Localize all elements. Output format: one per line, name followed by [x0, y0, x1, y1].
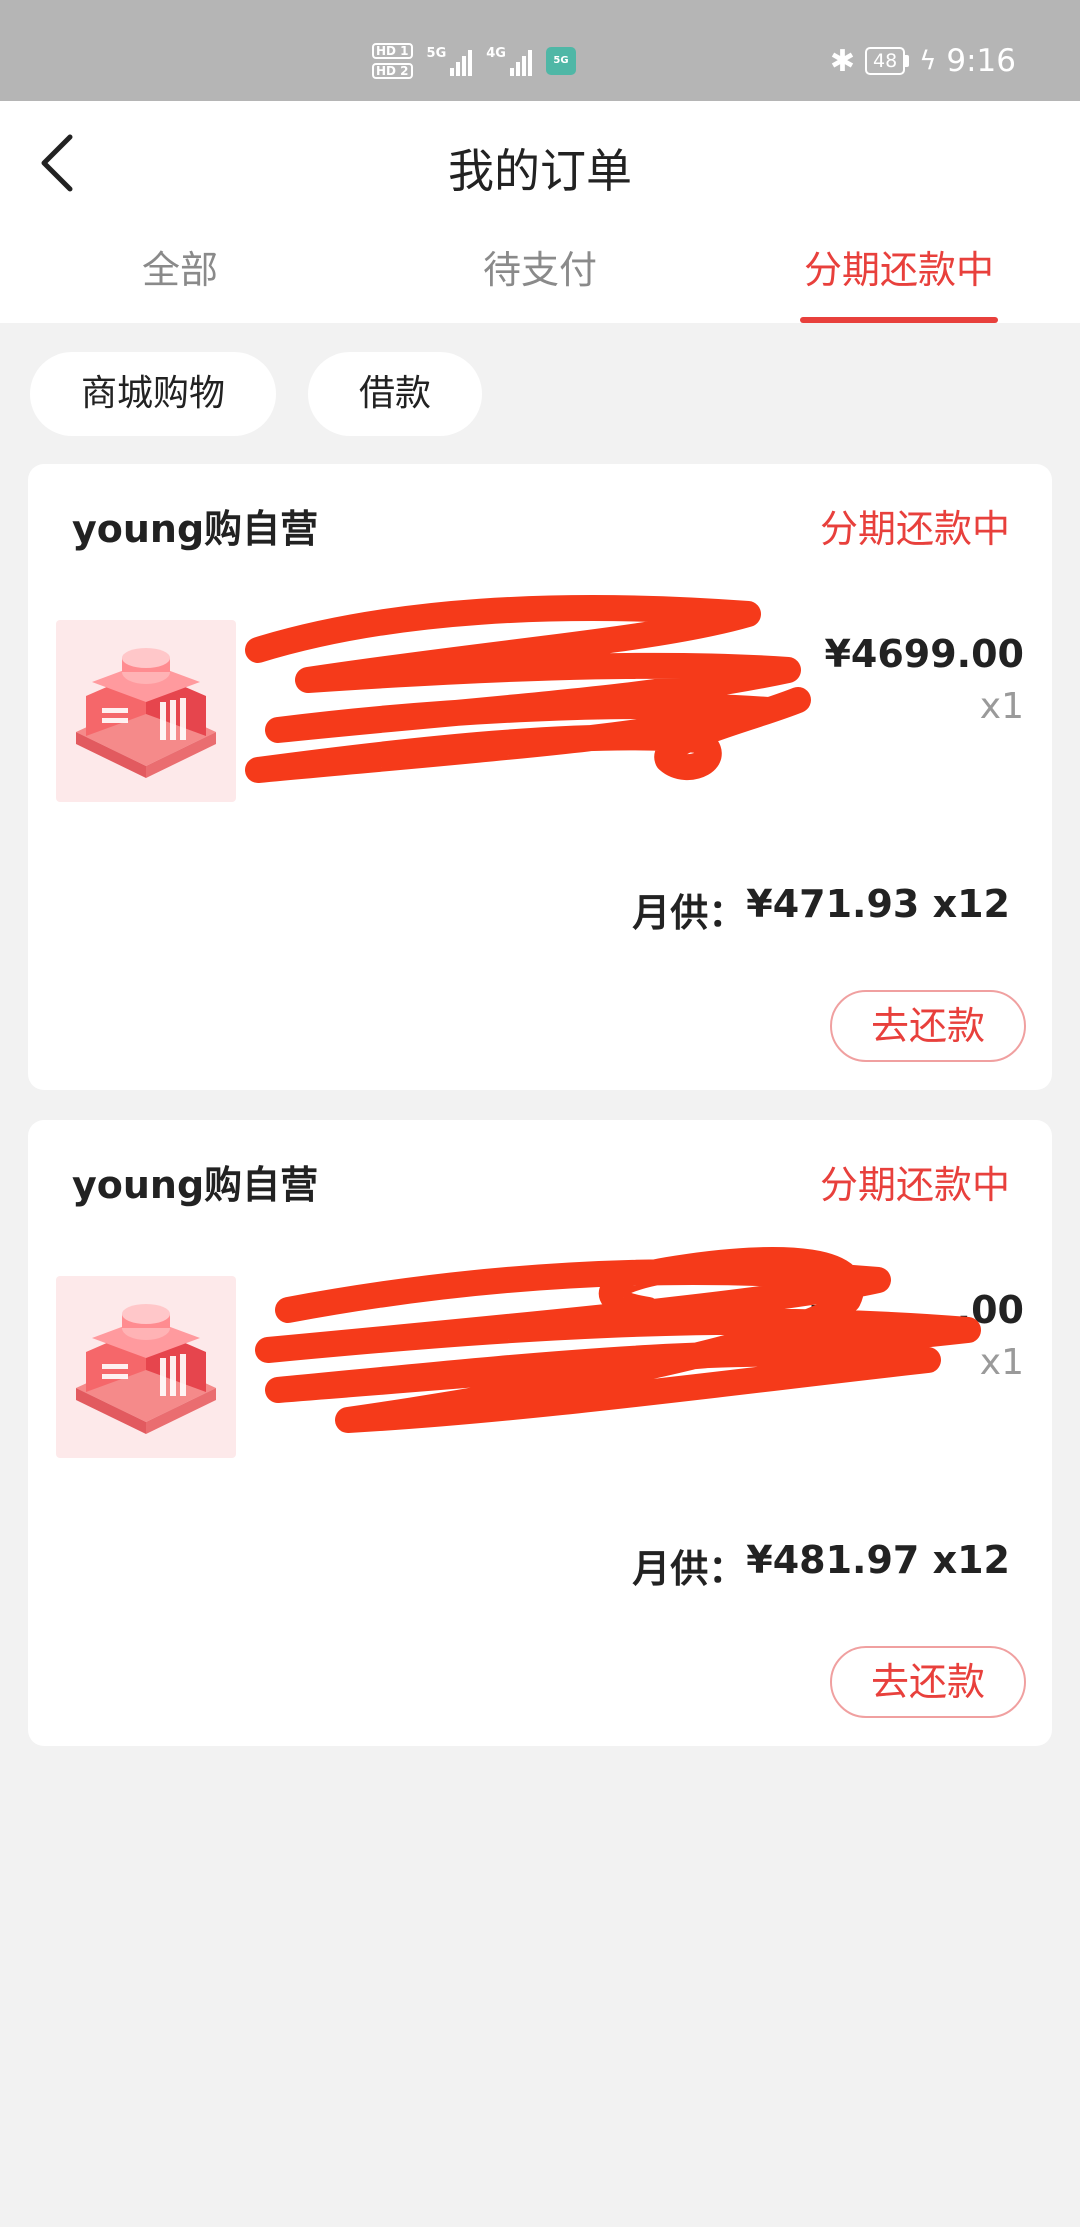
tab-pending-payment[interactable]: 待支付: [480, 239, 600, 323]
filter-chip-loan[interactable]: 借款: [308, 352, 482, 436]
shop-name: young购自营: [72, 507, 319, 551]
order-status: 分期还款中: [819, 1163, 1010, 1207]
charging-icon: ϟ: [919, 46, 937, 76]
store-building-icon: [76, 648, 216, 778]
product-quantity: x1: [979, 686, 1024, 727]
filter-chip-mall-shopping[interactable]: 商城购物: [30, 352, 276, 436]
repay-button[interactable]: 去还款: [830, 990, 1026, 1062]
signal-4g-icon: 4G: [486, 46, 532, 76]
redaction-scribble: [255, 1247, 981, 1433]
sim-indicators: HD 1 HD 2: [372, 43, 413, 79]
monthly-payment: 月供： ¥471.93 x12: [632, 882, 1010, 935]
product-price: ¥ .00: [810, 1288, 1024, 1332]
tab-all[interactable]: 全部: [140, 239, 220, 323]
system-indicators: ✱ 48 ϟ 9:16: [829, 43, 1016, 79]
order-card[interactable]: young购自营 分期还款中 ¥ .00 x1 月供： ¥481.97 x12 去: [28, 1120, 1052, 1746]
product-thumbnail: [56, 1276, 236, 1458]
redaction-scribble: [245, 595, 811, 783]
page-title: 我的订单: [448, 144, 632, 198]
bluetooth-icon: ✱: [829, 43, 856, 79]
order-status: 分期还款中: [819, 507, 1010, 551]
order-tabs: 全部 待支付 分期还款中: [0, 239, 1080, 323]
network-indicators: HD 1 HD 2 5G 4G 5G: [372, 36, 576, 86]
app-header: 我的订单 全部 待支付 分期还款中: [0, 101, 1080, 323]
app-notification-icon: 5G: [545, 47, 576, 75]
product-price: ¥4699.00: [824, 632, 1024, 676]
sim2-indicator: HD 2: [372, 63, 413, 79]
clock: 9:16: [946, 43, 1016, 79]
order-card[interactable]: young购自营 分期还款中 ¥4699.00 x1 月供： ¥471.93 x…: [28, 464, 1052, 1090]
signal-5g-icon: 5G: [427, 46, 473, 76]
active-tab-indicator: [800, 317, 998, 323]
monthly-payment: 月供： ¥481.97 x12: [632, 1538, 1010, 1591]
battery-icon: 48: [865, 47, 910, 75]
product-thumbnail: [56, 620, 236, 802]
shop-name: young购自营: [72, 1163, 319, 1207]
repay-button[interactable]: 去还款: [830, 1646, 1026, 1718]
status-bar: HD 1 HD 2 5G 4G 5G ✱ 48 ϟ 9:16: [0, 0, 1080, 101]
sim1-indicator: HD 1: [372, 43, 413, 59]
tab-installment-repaying[interactable]: 分期还款中: [800, 239, 998, 323]
store-building-icon: [76, 1304, 216, 1434]
product-quantity: x1: [979, 1342, 1024, 1383]
